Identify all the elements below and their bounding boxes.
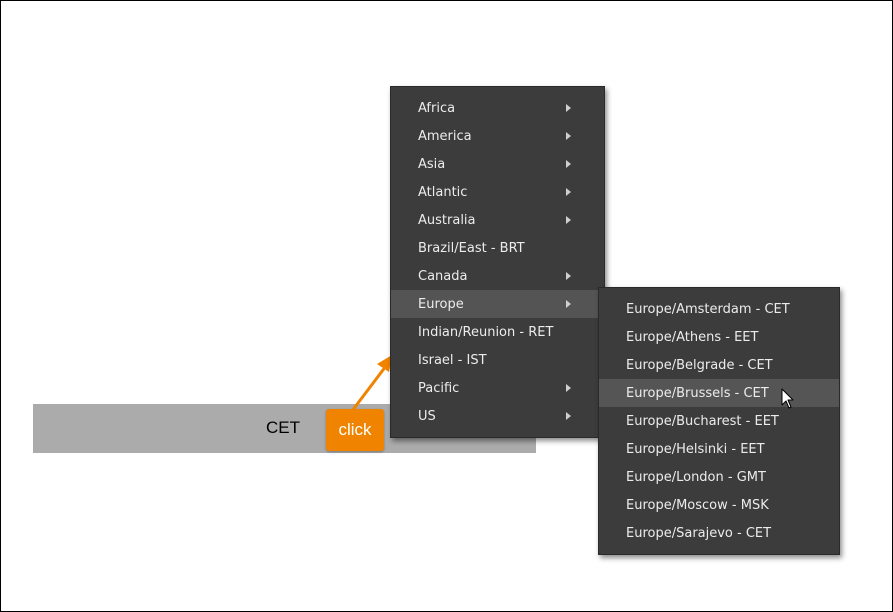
submenu-item-brussels[interactable]: Europe/Brussels - CET [599, 379, 839, 407]
submenu-item-label: Europe/Helsinki - EET [626, 441, 765, 457]
submenu-item-bucharest[interactable]: Europe/Bucharest - EET [599, 407, 839, 435]
submenu-item-label: Europe/Amsterdam - CET [626, 301, 790, 317]
menu-item-label: Pacific [418, 380, 460, 396]
chevron-right-icon [566, 188, 571, 196]
submenu-item-label: Europe/Belgrade - CET [626, 357, 773, 373]
menu-item-indian-reunion[interactable]: Indian/Reunion - RET [391, 318, 604, 346]
submenu-item-label: Europe/Brussels - CET [626, 385, 769, 401]
menu-item-pacific[interactable]: Pacific [391, 374, 604, 402]
submenu-item-moscow[interactable]: Europe/Moscow - MSK [599, 491, 839, 519]
chevron-right-icon [566, 104, 571, 112]
chevron-right-icon [566, 216, 571, 224]
submenu-item-label: Europe/Moscow - MSK [626, 497, 769, 513]
submenu-item-london[interactable]: Europe/London - GMT [599, 463, 839, 491]
submenu-item-belgrade[interactable]: Europe/Belgrade - CET [599, 351, 839, 379]
menu-item-label: Europe [418, 296, 464, 312]
submenu-item-amsterdam[interactable]: Europe/Amsterdam - CET [599, 295, 839, 323]
menu-item-europe[interactable]: Europe [391, 290, 604, 318]
submenu-item-helsinki[interactable]: Europe/Helsinki - EET [599, 435, 839, 463]
menu-item-label: Israel - IST [418, 352, 487, 368]
menu-item-america[interactable]: America [391, 122, 604, 150]
menu-item-label: Africa [418, 100, 456, 116]
menu-item-label: Australia [418, 212, 476, 228]
menu-item-label: Asia [418, 156, 446, 172]
chevron-right-icon [566, 272, 571, 280]
menu-item-australia[interactable]: Australia [391, 206, 604, 234]
menu-item-atlantic[interactable]: Atlantic [391, 178, 604, 206]
menu-item-label: Indian/Reunion - RET [418, 324, 554, 340]
menu-item-asia[interactable]: Asia [391, 150, 604, 178]
chevron-right-icon [566, 132, 571, 140]
submenu-item-label: Europe/Bucharest - EET [626, 413, 779, 429]
mouse-pointer-icon [781, 388, 794, 409]
submenu-item-athens[interactable]: Europe/Athens - EET [599, 323, 839, 351]
menu-item-africa[interactable]: Africa [391, 94, 604, 122]
menu-item-brazil-east[interactable]: Brazil/East - BRT [391, 234, 604, 262]
menu-item-label: Brazil/East - BRT [418, 240, 525, 256]
menu-item-label: America [418, 128, 472, 144]
submenu-item-label: Europe/Sarajevo - CET [626, 525, 772, 541]
timezone-region-menu: Africa America Asia Atlantic Australia B… [390, 86, 605, 438]
menu-item-label: Atlantic [418, 184, 468, 200]
chevron-right-icon [566, 412, 571, 420]
menu-item-us[interactable]: US [391, 402, 604, 430]
menu-item-canada[interactable]: Canada [391, 262, 604, 290]
menu-item-israel[interactable]: Israel - IST [391, 346, 604, 374]
submenu-item-sarajevo[interactable]: Europe/Sarajevo - CET [599, 519, 839, 547]
menu-item-label: US [418, 408, 436, 424]
submenu-item-label: Europe/Athens - EET [626, 329, 759, 345]
menu-item-label: Canada [418, 268, 468, 284]
europe-submenu: Europe/Amsterdam - CET Europe/Athens - E… [598, 287, 840, 555]
submenu-item-label: Europe/London - GMT [626, 469, 766, 485]
chevron-right-icon [566, 160, 571, 168]
chevron-right-icon [566, 384, 571, 392]
chevron-right-icon [566, 300, 571, 308]
